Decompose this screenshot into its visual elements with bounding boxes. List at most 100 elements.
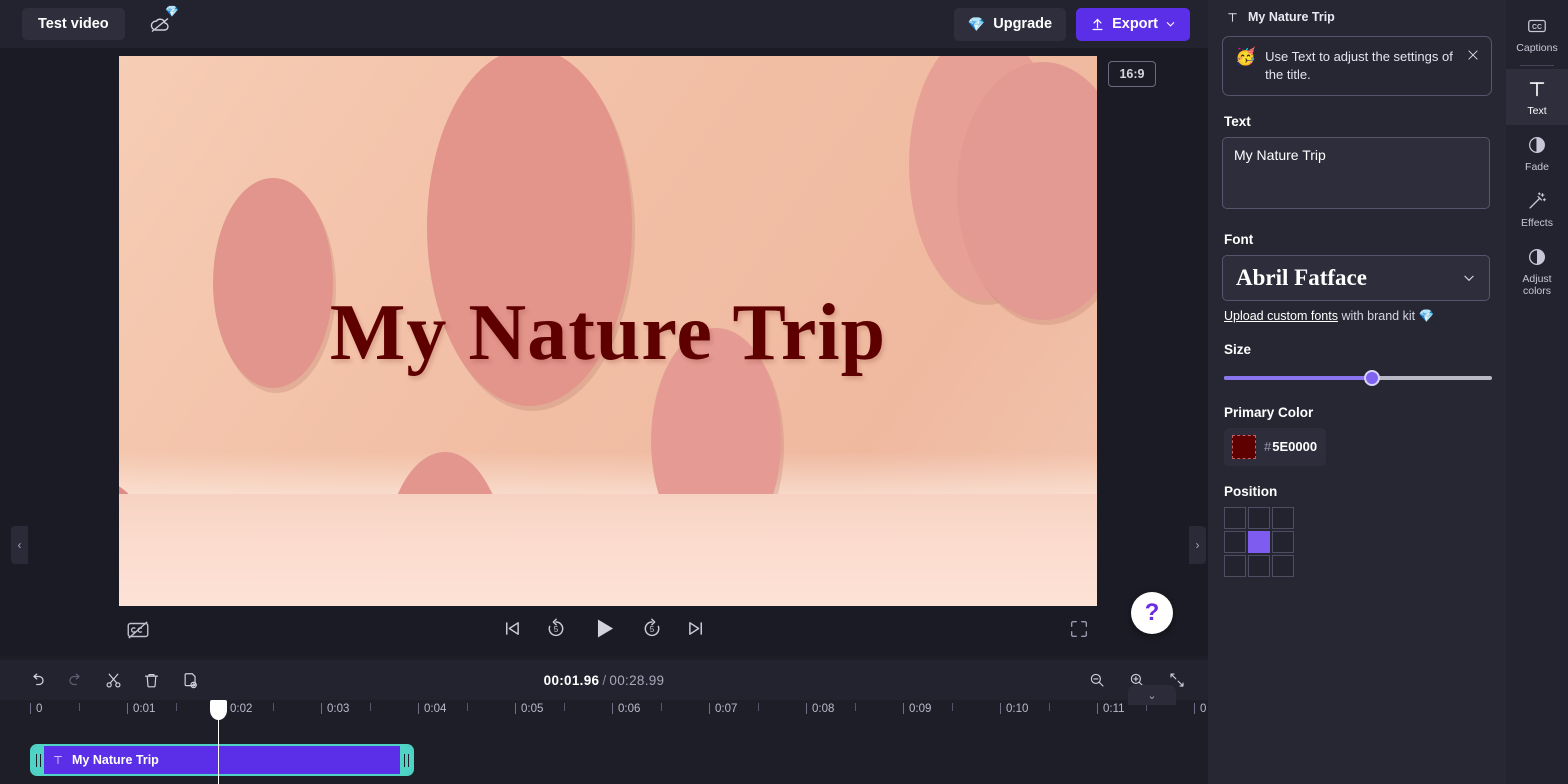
- zoom-out-button[interactable]: [1082, 666, 1112, 694]
- split-button[interactable]: [98, 666, 128, 694]
- ruler-tick-label: 0: [1200, 703, 1206, 715]
- position-cell-middle-right[interactable]: [1272, 531, 1294, 553]
- zoom-out-icon: [1088, 671, 1106, 689]
- collapse-right-panel-button[interactable]: ›: [1189, 526, 1206, 564]
- position-cell-middle-left[interactable]: [1224, 531, 1246, 553]
- export-button[interactable]: Export: [1076, 8, 1190, 41]
- ruler-tick-mark: [1000, 703, 1001, 714]
- total-time: 00:28.99: [609, 673, 664, 688]
- ruler-tick-mark: [952, 703, 953, 711]
- aspect-ratio-badge[interactable]: 16:9: [1108, 61, 1156, 87]
- help-button[interactable]: ?: [1131, 592, 1173, 634]
- sidebar-item-text[interactable]: Text: [1506, 69, 1568, 125]
- skip-to-start-button[interactable]: [502, 618, 523, 639]
- collapse-timeline-tab[interactable]: ⌄: [1128, 685, 1176, 705]
- timeline-tracks[interactable]: My Nature Trip: [0, 724, 1208, 784]
- ruler-tick-label: 0:06: [618, 703, 640, 715]
- text-field-label: Text: [1224, 114, 1492, 129]
- color-hex-value: #5E0000: [1264, 439, 1317, 454]
- position-cell-top-center[interactable]: [1248, 507, 1270, 529]
- sidebar-item-adjust-colors[interactable]: Adjust colors: [1506, 237, 1568, 305]
- text-input[interactable]: [1222, 137, 1490, 209]
- rewind-5s-button[interactable]: 5: [545, 617, 568, 640]
- collapse-left-panel-button[interactable]: ‹: [11, 526, 28, 564]
- player-controls: 5 5: [0, 604, 1208, 656]
- timeline-clip-text[interactable]: My Nature Trip: [30, 744, 414, 776]
- ruler-tick-label: 0:11: [1103, 703, 1125, 715]
- chevron-down-icon: [1165, 19, 1176, 30]
- sidebar-label-adjust-colors: Adjust colors: [1508, 273, 1566, 297]
- properties-title: My Nature Trip: [1248, 10, 1335, 24]
- toggle-captions-button[interactable]: [124, 616, 152, 644]
- close-icon: [1466, 48, 1480, 62]
- skip-previous-icon: [502, 618, 523, 639]
- gem-icon: 💎: [1419, 309, 1435, 323]
- play-button[interactable]: [590, 614, 619, 643]
- size-slider-thumb[interactable]: [1364, 370, 1380, 386]
- ruler-tick-label: 0:08: [812, 703, 834, 715]
- skip-to-end-button[interactable]: [686, 618, 707, 639]
- ruler-tick-mark: [467, 703, 468, 711]
- svg-text:5: 5: [554, 625, 559, 634]
- ruler-tick-mark: [370, 703, 371, 711]
- cloud-backup-button[interactable]: 💎: [145, 9, 175, 39]
- text-icon: [1526, 78, 1548, 100]
- project-name-button[interactable]: Test video: [22, 8, 125, 40]
- primary-color-picker[interactable]: #5E0000: [1224, 428, 1326, 466]
- clip-trim-handle-left[interactable]: [32, 746, 44, 774]
- video-preview[interactable]: My Nature Trip: [119, 56, 1097, 606]
- cc-icon: CC: [1526, 15, 1548, 37]
- position-cell-bottom-center[interactable]: [1248, 555, 1270, 577]
- transport-controls: 5 5: [502, 614, 707, 643]
- ruler-tick-mark: [806, 703, 807, 714]
- position-grid[interactable]: [1224, 507, 1492, 577]
- fullscreen-button[interactable]: [1066, 616, 1092, 642]
- ruler-tick-label: 0:09: [909, 703, 931, 715]
- position-cell-bottom-left[interactable]: [1224, 555, 1246, 577]
- close-tip-button[interactable]: [1464, 46, 1482, 64]
- upgrade-button[interactable]: 💎 Upgrade: [954, 8, 1066, 41]
- sidebar-item-captions[interactable]: CC Captions: [1506, 6, 1568, 62]
- sidebar-item-fade[interactable]: Fade: [1506, 125, 1568, 181]
- delete-button[interactable]: [136, 666, 166, 694]
- properties-header: My Nature Trip: [1222, 0, 1492, 34]
- current-time: 00:01.96: [544, 673, 600, 688]
- export-label: Export: [1112, 16, 1158, 32]
- ruler-tick-mark: [855, 703, 856, 711]
- svg-text:5: 5: [650, 625, 655, 634]
- ruler-tick-mark: [758, 703, 759, 711]
- diamond-icon: 💎: [968, 16, 985, 33]
- sidebar-label-fade: Fade: [1525, 161, 1549, 173]
- redo-button[interactable]: [60, 666, 90, 694]
- position-cell-top-left[interactable]: [1224, 507, 1246, 529]
- font-select[interactable]: Abril Fatface: [1222, 255, 1490, 301]
- duplicate-button[interactable]: [174, 666, 204, 694]
- properties-panel: My Nature Trip 🥳 Use Text to adjust the …: [1208, 0, 1506, 784]
- playhead-handle[interactable]: [210, 700, 227, 720]
- undo-button[interactable]: [22, 666, 52, 694]
- chevron-down-icon: [1462, 271, 1476, 285]
- skip-next-icon: [686, 618, 707, 639]
- top-toolbar: Test video 💎 💎 Upgrade Export: [0, 0, 1208, 48]
- captions-off-icon: [125, 617, 151, 643]
- color-swatch[interactable]: [1232, 435, 1256, 459]
- hex-hash: #: [1264, 439, 1271, 454]
- position-cell-bottom-right[interactable]: [1272, 555, 1294, 577]
- upload-custom-fonts-link[interactable]: Upload custom fonts: [1224, 309, 1338, 323]
- video-floor: [119, 494, 1097, 606]
- upload-icon: [1090, 17, 1105, 32]
- clip-trim-handle-right[interactable]: [400, 746, 412, 774]
- size-slider[interactable]: [1224, 369, 1492, 387]
- ruler-tick-mark: [176, 703, 177, 711]
- forward-5s-button[interactable]: 5: [641, 617, 664, 640]
- position-cell-middle-center[interactable]: [1248, 531, 1270, 553]
- duplicate-icon: [180, 671, 199, 690]
- ruler-tick-mark: [79, 703, 80, 711]
- ruler-tick-mark: [903, 703, 904, 714]
- video-title-text[interactable]: My Nature Trip: [119, 288, 1097, 379]
- sidebar-item-effects[interactable]: Effects: [1506, 181, 1568, 237]
- ruler-tick-label: 0:04: [424, 703, 446, 715]
- timeline-ruler[interactable]: 00:010:020:030:040:050:060:070:080:090:1…: [0, 700, 1208, 724]
- position-cell-top-right[interactable]: [1272, 507, 1294, 529]
- timeline-tools: [22, 666, 204, 694]
